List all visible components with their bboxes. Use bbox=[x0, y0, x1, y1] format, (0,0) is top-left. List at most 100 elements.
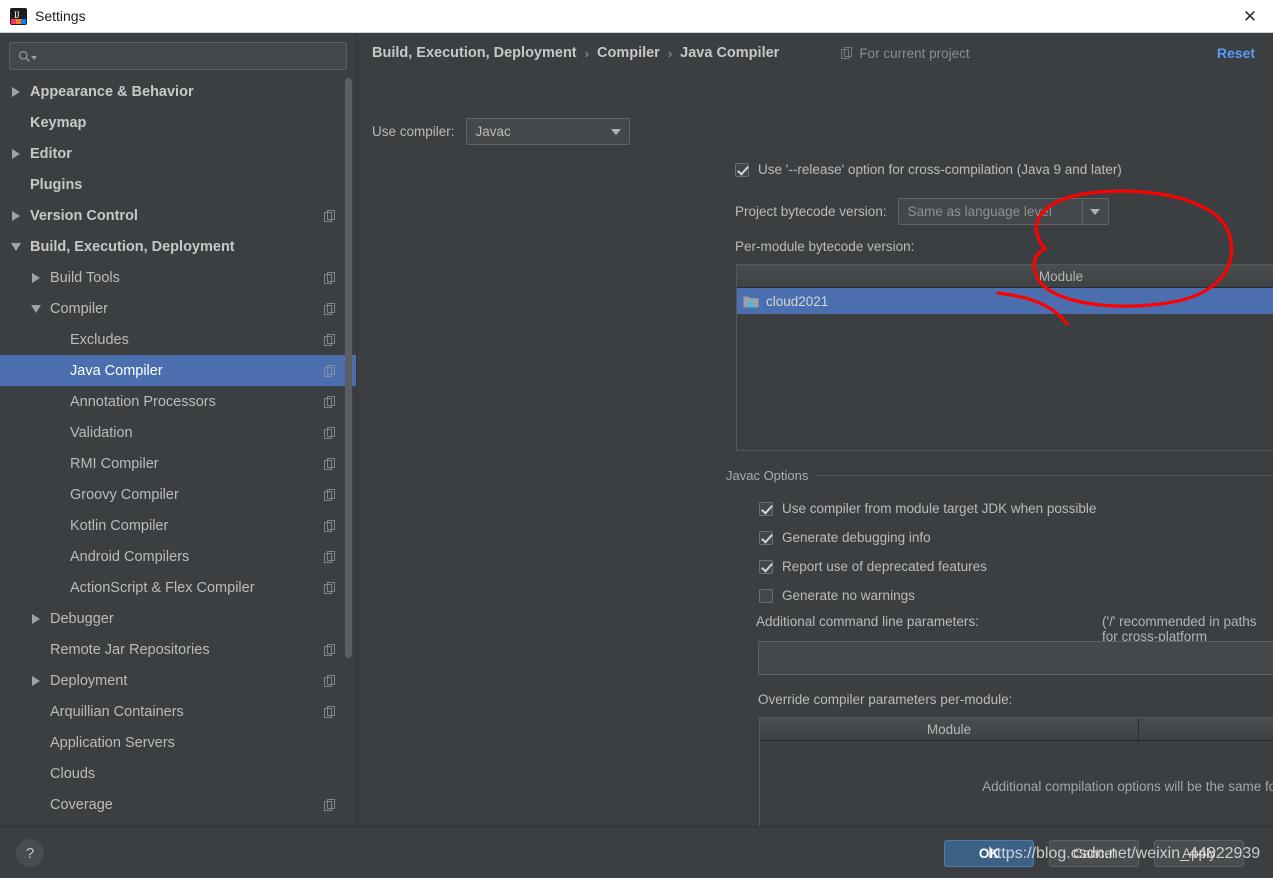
column-header-module[interactable]: Module bbox=[760, 718, 1138, 740]
sidebar-item-label: Deployment bbox=[50, 672, 128, 689]
intellij-idea-icon: IJ bbox=[10, 7, 27, 25]
use-release-option-checkbox[interactable]: Use '--release' option for cross-compila… bbox=[735, 162, 1122, 177]
checkbox-indicator bbox=[759, 559, 773, 574]
checkbox-indicator bbox=[759, 501, 773, 516]
override-params-table: Module Compilation options Additional co… bbox=[759, 717, 1273, 826]
cancel-button[interactable]: Cancel bbox=[1049, 840, 1139, 867]
use-module-jdk-label: Use compiler from module target JDK when… bbox=[782, 501, 1097, 516]
sidebar-item-rmi-compiler[interactable]: RMI Compiler bbox=[0, 448, 356, 479]
sidebar-item-java-compiler[interactable]: Java Compiler bbox=[0, 355, 356, 386]
report-deprecated-checkbox[interactable]: Report use of deprecated features bbox=[759, 559, 987, 574]
per-module-bytecode-label: Per-module bytecode version: bbox=[735, 239, 915, 254]
cell-module[interactable]: cloud2021 bbox=[737, 288, 1273, 314]
copy-project-icon bbox=[324, 488, 335, 501]
sidebar-item-build-execution-deployment[interactable]: Build, Execution, Deployment bbox=[0, 231, 356, 262]
breadcrumb-separator: › bbox=[667, 45, 673, 61]
sidebar-item-groovy-compiler[interactable]: Groovy Compiler bbox=[0, 479, 356, 510]
search-icon bbox=[18, 50, 30, 62]
search-input[interactable] bbox=[37, 47, 338, 65]
sidebar-item-actionscript-flex-compiler[interactable]: ActionScript & Flex Compiler bbox=[0, 572, 356, 603]
help-button[interactable]: ? bbox=[16, 839, 44, 867]
generate-debugging-info-label: Generate debugging info bbox=[782, 530, 931, 545]
breadcrumb-item-0[interactable]: Build, Execution, Deployment bbox=[372, 45, 577, 61]
chevron-down-icon[interactable] bbox=[8, 231, 24, 262]
sidebar-item-clouds[interactable]: Clouds bbox=[0, 758, 356, 789]
sidebar-item-arquillian-containers[interactable]: Arquillian Containers bbox=[0, 696, 356, 727]
search-box[interactable] bbox=[9, 42, 347, 70]
sidebar-item-debugger[interactable]: Debugger bbox=[0, 603, 356, 634]
sidebar-item-editor[interactable]: Editor bbox=[0, 138, 356, 169]
sidebar-item-application-servers[interactable]: Application Servers bbox=[0, 727, 356, 758]
copy-project-icon bbox=[324, 426, 335, 439]
sidebar-item-label: Java Compiler bbox=[70, 362, 163, 379]
sidebar-item-keymap[interactable]: Keymap bbox=[0, 107, 356, 138]
copy-project-icon bbox=[324, 550, 335, 563]
close-icon[interactable]: ✕ bbox=[1227, 0, 1273, 33]
chevron-right-icon[interactable] bbox=[28, 603, 44, 634]
project-bytecode-select[interactable]: Same as language level bbox=[897, 198, 1109, 225]
for-current-project-badge: For current project bbox=[841, 46, 970, 61]
copy-project-icon bbox=[324, 457, 335, 470]
use-release-option-label: Use '--release' option for cross-compila… bbox=[758, 162, 1122, 177]
breadcrumb-item-1[interactable]: Compiler bbox=[597, 45, 660, 61]
sidebar-item-label: Clouds bbox=[50, 765, 96, 782]
copy-project-icon bbox=[841, 47, 853, 59]
chevron-right-icon[interactable] bbox=[8, 76, 24, 107]
chevron-right-icon[interactable] bbox=[8, 138, 24, 169]
copy-project-icon bbox=[324, 798, 335, 811]
sidebar-item-build-tools[interactable]: Build Tools bbox=[0, 262, 356, 293]
chevron-down-icon[interactable] bbox=[28, 293, 44, 324]
sidebar-scrollbar[interactable] bbox=[345, 78, 352, 658]
use-module-jdk-checkbox[interactable]: Use compiler from module target JDK when… bbox=[759, 501, 1096, 516]
sidebar-item-validation[interactable]: Validation bbox=[0, 417, 356, 448]
table-header-row: Module Compilation options bbox=[760, 718, 1273, 741]
breadcrumb-item-2[interactable]: Java Compiler bbox=[680, 45, 779, 61]
table-row[interactable]: cloud2021 8 bbox=[737, 288, 1273, 314]
use-compiler-select[interactable]: Javac bbox=[465, 118, 630, 145]
sidebar-item-kotlin-compiler[interactable]: Kotlin Compiler bbox=[0, 510, 356, 541]
project-bytecode-label: Project bytecode version: bbox=[735, 204, 887, 219]
sidebar-item-plugins[interactable]: Plugins bbox=[0, 169, 356, 200]
sidebar-item-label: Build Tools bbox=[50, 269, 120, 286]
breadcrumb-separator: › bbox=[584, 45, 589, 61]
sidebar-item-compiler[interactable]: Compiler bbox=[0, 293, 356, 324]
checkbox-indicator bbox=[735, 162, 749, 177]
sidebar-item-deployment[interactable]: Deployment bbox=[0, 665, 356, 696]
sidebar-item-annotation-processors[interactable]: Annotation Processors bbox=[0, 386, 356, 417]
cell-module-label: cloud2021 bbox=[766, 293, 829, 309]
chevron-right-icon[interactable] bbox=[8, 200, 24, 231]
sidebar-item-appearance-behavior[interactable]: Appearance & Behavior bbox=[0, 76, 356, 107]
sidebar-item-remote-jar-repositories[interactable]: Remote Jar Repositories bbox=[0, 634, 356, 665]
additional-params-input[interactable] bbox=[758, 641, 1273, 675]
column-header-module[interactable]: Module bbox=[737, 265, 1273, 287]
module-icon bbox=[743, 296, 759, 308]
javac-options-group: Javac Options bbox=[726, 468, 1273, 483]
project-bytecode-row: Project bytecode version: Same as langua… bbox=[735, 198, 1109, 225]
sidebar-item-label: Annotation Processors bbox=[70, 393, 216, 410]
copy-project-icon bbox=[324, 302, 335, 315]
sidebar-item-android-compilers[interactable]: Android Compilers bbox=[0, 541, 356, 572]
chevron-right-icon[interactable] bbox=[28, 665, 44, 696]
apply-button[interactable]: Apply bbox=[1154, 840, 1244, 867]
generate-debugging-info-checkbox[interactable]: Generate debugging info bbox=[759, 530, 931, 545]
sidebar-item-label: Groovy Compiler bbox=[70, 486, 179, 503]
reset-link[interactable]: Reset bbox=[1217, 45, 1255, 61]
chevron-right-icon[interactable] bbox=[28, 262, 44, 293]
checkbox-indicator bbox=[759, 530, 773, 545]
table-header-row: Module Target bytecode version bbox=[737, 265, 1273, 288]
search-area bbox=[0, 33, 356, 76]
copy-project-icon bbox=[324, 643, 335, 656]
sidebar-item-coverage[interactable]: Coverage bbox=[0, 789, 356, 820]
ok-button[interactable]: OK bbox=[944, 840, 1034, 867]
sidebar-item-version-control[interactable]: Version Control bbox=[0, 200, 356, 231]
generate-no-warnings-checkbox[interactable]: Generate no warnings bbox=[759, 588, 915, 603]
override-params-empty-message: Additional compilation options will be t… bbox=[982, 778, 1273, 794]
settings-tree: Appearance & Behavior Keymap Editor Plugins… bbox=[0, 76, 356, 826]
sidebar-item-excludes[interactable]: Excludes bbox=[0, 324, 356, 355]
column-header-compilation-options[interactable]: Compilation options bbox=[1138, 718, 1273, 740]
